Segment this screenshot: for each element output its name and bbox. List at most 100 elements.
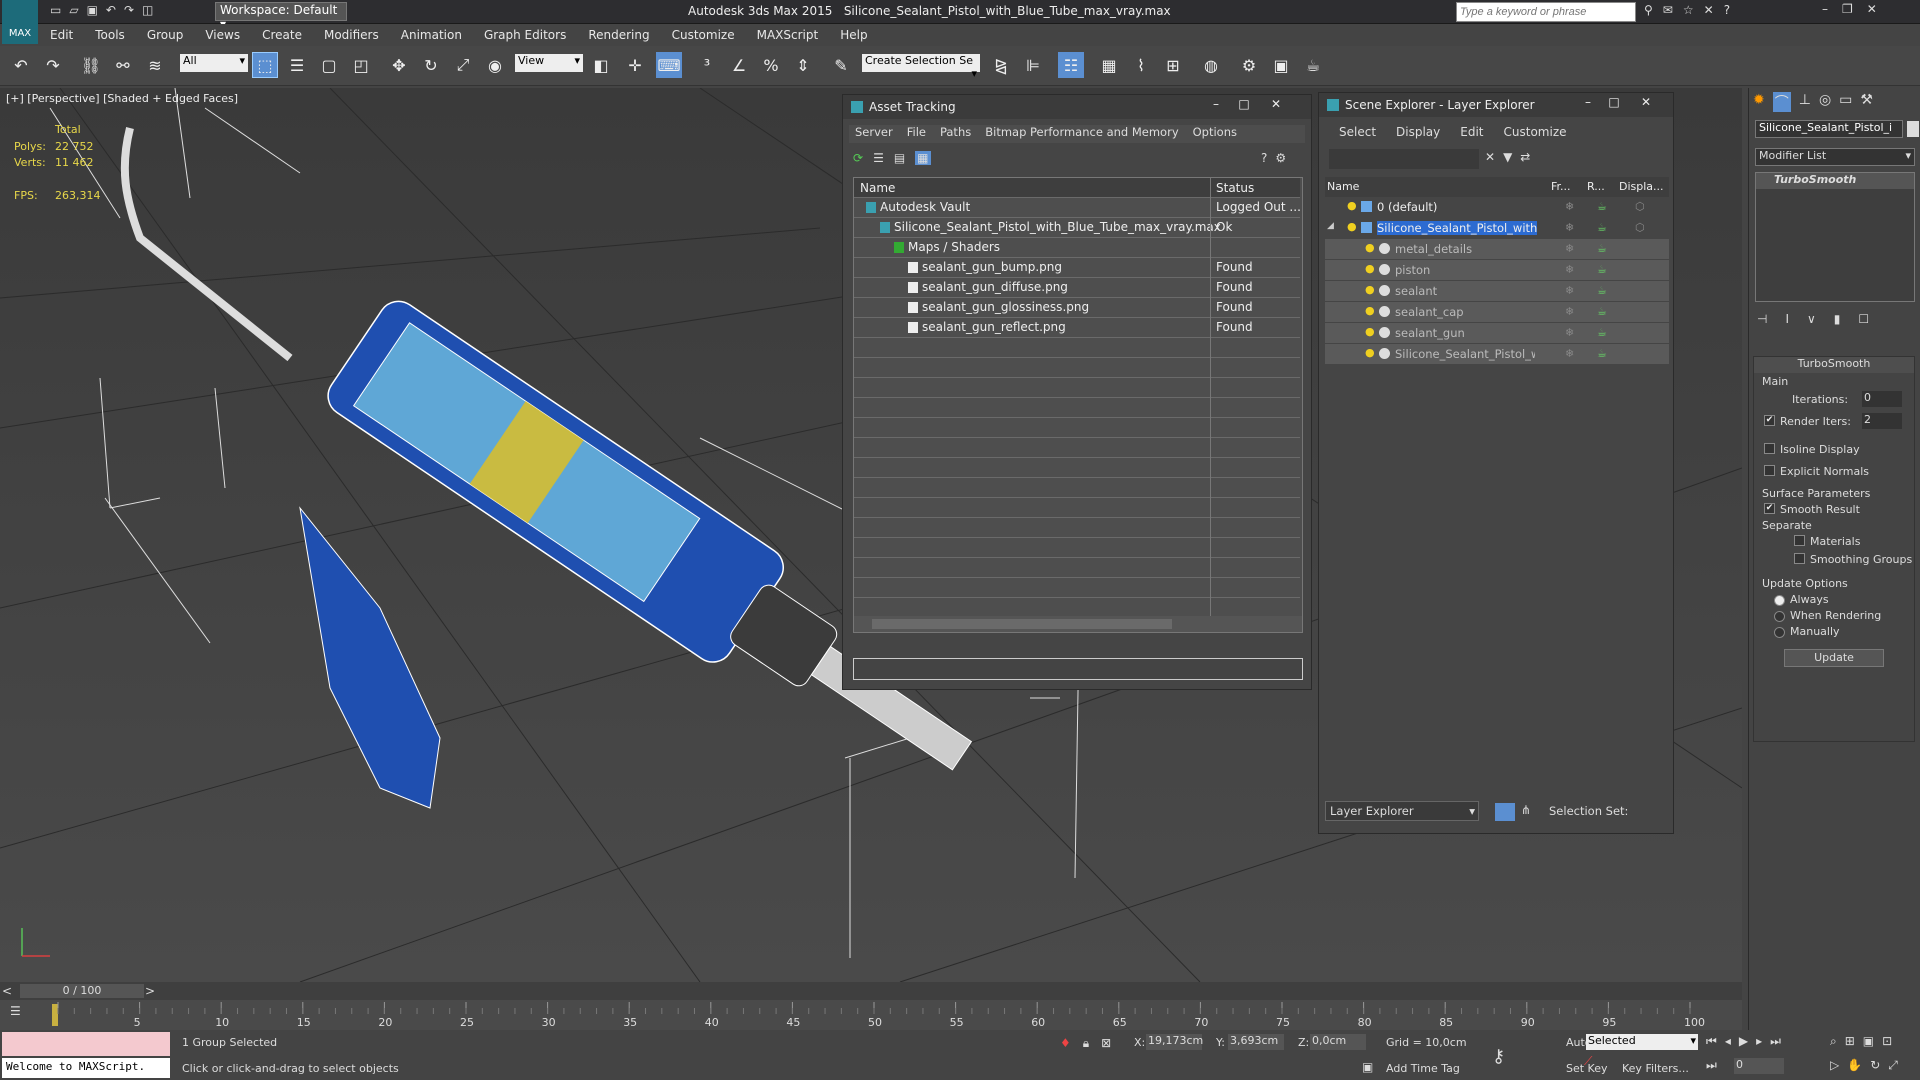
menu-create[interactable]: Create xyxy=(252,28,312,42)
communication-icon[interactable]: ✉ xyxy=(1663,3,1673,17)
link-icon[interactable]: ⛓ xyxy=(78,52,104,78)
key-filters-button[interactable]: Key Filters... xyxy=(1622,1062,1689,1075)
layer-mode-icon[interactable] xyxy=(1495,803,1515,821)
create-tab-icon[interactable]: ✹ xyxy=(1753,92,1765,112)
freeze-icon[interactable]: ❄ xyxy=(1565,242,1574,255)
maxscript-listener-top[interactable] xyxy=(2,1032,170,1056)
smooth-result-checkbox[interactable]: ✔ xyxy=(1764,503,1775,514)
display-icon[interactable]: ⬡ xyxy=(1635,221,1645,234)
render-iters-spinner[interactable]: 2 xyxy=(1862,413,1902,429)
freeze-icon[interactable]: ❄ xyxy=(1565,200,1574,213)
time-slider[interactable]: < 0 / 100 > xyxy=(0,982,1742,1000)
named-selection-dropdown[interactable]: Create Selection Se ▾ xyxy=(862,54,980,80)
hierarchy-tab-icon[interactable]: ⊥ xyxy=(1799,92,1811,112)
menu-modifiers[interactable]: Modifiers xyxy=(314,28,389,42)
absolute-mode-icon[interactable]: ⊠ xyxy=(1101,1036,1111,1051)
close-icon[interactable]: ✕ xyxy=(1635,95,1657,113)
table-row[interactable] xyxy=(854,498,1300,518)
iterations-spinner[interactable]: 0 xyxy=(1862,391,1902,407)
help-icon[interactable]: ? xyxy=(1261,151,1267,165)
freeze-icon[interactable]: ❄ xyxy=(1565,284,1574,297)
viewport-label[interactable]: [+] [Perspective] [Shaded + Edged Faces] xyxy=(6,92,238,105)
layer-explorer-icon[interactable]: ☷ xyxy=(1058,52,1084,78)
remove-modifier-icon[interactable]: ▮ xyxy=(1834,312,1841,326)
when-rendering-radio[interactable] xyxy=(1774,611,1785,622)
render-icon[interactable]: ☕ xyxy=(1597,305,1607,318)
table-row[interactable]: Silicone_Sealant_Pistol_with_Blue_Tube_m… xyxy=(854,218,1300,238)
menu-help[interactable]: Help xyxy=(830,28,877,42)
freeze-icon[interactable]: ❄ xyxy=(1565,347,1574,360)
asset-menu-paths[interactable]: Paths xyxy=(940,125,971,143)
play-icon[interactable]: ▶ xyxy=(1739,1034,1748,1049)
menu-rendering[interactable]: Rendering xyxy=(578,28,659,42)
table-row[interactable]: sealant_gun_bump.png Found xyxy=(854,258,1300,278)
motion-tab-icon[interactable]: ◎ xyxy=(1819,92,1831,112)
key-mode-toggle-icon[interactable]: ⏭ xyxy=(1706,1058,1717,1073)
menu-customize[interactable]: Customize xyxy=(662,28,745,42)
horizontal-scrollbar[interactable] xyxy=(854,616,1302,632)
modifier-list-dropdown[interactable]: Modifier List ▾ xyxy=(1755,148,1915,166)
mirror-icon[interactable]: ⧎ xyxy=(988,52,1014,78)
frame-indicator[interactable]: 0 / 100 xyxy=(20,984,144,998)
maximize-viewport-icon[interactable]: ⤢ xyxy=(1888,1058,1898,1073)
table-row[interactable]: sealant_gun_diffuse.png Found xyxy=(854,278,1300,298)
key-tangent-icon[interactable]: ⟋ xyxy=(1584,1054,1592,1069)
time-tag-icon[interactable]: ▣ xyxy=(1362,1060,1373,1074)
manually-radio[interactable] xyxy=(1774,627,1785,638)
freeze-icon[interactable]: ❄ xyxy=(1565,263,1574,276)
table-row[interactable]: sealant_gun_reflect.png Found xyxy=(854,318,1300,338)
freeze-icon[interactable]: ❄ xyxy=(1565,221,1574,234)
field-of-view-icon[interactable]: ▷ xyxy=(1830,1058,1839,1073)
asset-menu-options[interactable]: Options xyxy=(1193,125,1237,143)
new-file-icon[interactable]: ▭ xyxy=(50,3,61,17)
layer-row[interactable]: ● piston ❄ ☕ xyxy=(1325,260,1669,280)
unlink-icon[interactable]: ⚯ xyxy=(110,52,136,78)
render-icon[interactable]: ☕ xyxy=(1597,221,1607,234)
scale-icon[interactable]: ⤢ xyxy=(450,52,476,78)
pan-icon[interactable]: ✋ xyxy=(1847,1058,1862,1073)
layer-row[interactable]: ● sealant_gun ❄ ☕ xyxy=(1325,323,1669,343)
always-radio[interactable] xyxy=(1774,595,1785,606)
table-row[interactable] xyxy=(854,478,1300,498)
table-row[interactable] xyxy=(854,378,1300,398)
select-by-name-icon[interactable]: ☰ xyxy=(284,52,310,78)
open-file-icon[interactable]: ▱ xyxy=(69,3,78,17)
update-button[interactable]: Update xyxy=(1784,649,1884,667)
select-manipulate-icon[interactable]: ✛ xyxy=(622,52,648,78)
layer-row[interactable]: ● sealant ❄ ☕ xyxy=(1325,281,1669,301)
table-row[interactable] xyxy=(854,538,1300,558)
asset-path-field[interactable] xyxy=(853,658,1303,680)
window-crossing-icon[interactable]: ◰ xyxy=(348,52,374,78)
schematic-view-icon[interactable]: ⊞ xyxy=(1160,52,1186,78)
bind-space-warp-icon[interactable]: ≋ xyxy=(142,52,168,78)
freeze-icon[interactable]: ❄ xyxy=(1565,305,1574,318)
scene-search-field[interactable] xyxy=(1329,149,1479,169)
maximize-icon[interactable]: □ xyxy=(1603,95,1625,113)
render-iters-checkbox[interactable]: ✔ xyxy=(1764,415,1775,426)
render-icon[interactable]: ☕ xyxy=(1597,242,1607,255)
menu-graph-editors[interactable]: Graph Editors xyxy=(474,28,576,42)
search-input[interactable] xyxy=(1456,2,1636,22)
settings-icon[interactable]: ⚙ xyxy=(1275,151,1286,165)
render-icon[interactable]: ☕ xyxy=(1597,200,1607,213)
close-icon[interactable]: ✕ xyxy=(1265,97,1287,115)
lightbulb-icon[interactable]: ● xyxy=(1365,283,1375,296)
explorer-menu-display[interactable]: Display xyxy=(1396,125,1440,139)
reference-coordinate-dropdown[interactable]: View ▾ xyxy=(515,54,583,72)
rendered-frame-window-icon[interactable]: ▣ xyxy=(1268,52,1294,78)
previous-frame-icon[interactable]: < xyxy=(2,984,12,998)
table-row[interactable]: Maps / Shaders xyxy=(854,238,1300,258)
layer-name[interactable]: metal_details xyxy=(1395,242,1535,256)
table-row[interactable] xyxy=(854,598,1300,618)
render-icon[interactable]: ☕ xyxy=(1597,326,1607,339)
undo-icon[interactable]: ↶ xyxy=(8,52,34,78)
lightbulb-icon[interactable]: ● xyxy=(1365,304,1375,317)
close-icon[interactable]: ✕ xyxy=(1867,2,1877,16)
materials-checkbox[interactable] xyxy=(1794,535,1805,546)
graphite-toolbox-icon[interactable]: ▦ xyxy=(1096,52,1122,78)
x-coordinate-field[interactable]: 19,173cm xyxy=(1146,1034,1203,1050)
place-icon[interactable]: ◉ xyxy=(482,52,508,78)
table-row[interactable] xyxy=(854,338,1300,358)
table-row[interactable] xyxy=(854,438,1300,458)
lightbulb-icon[interactable]: ● xyxy=(1347,220,1357,233)
